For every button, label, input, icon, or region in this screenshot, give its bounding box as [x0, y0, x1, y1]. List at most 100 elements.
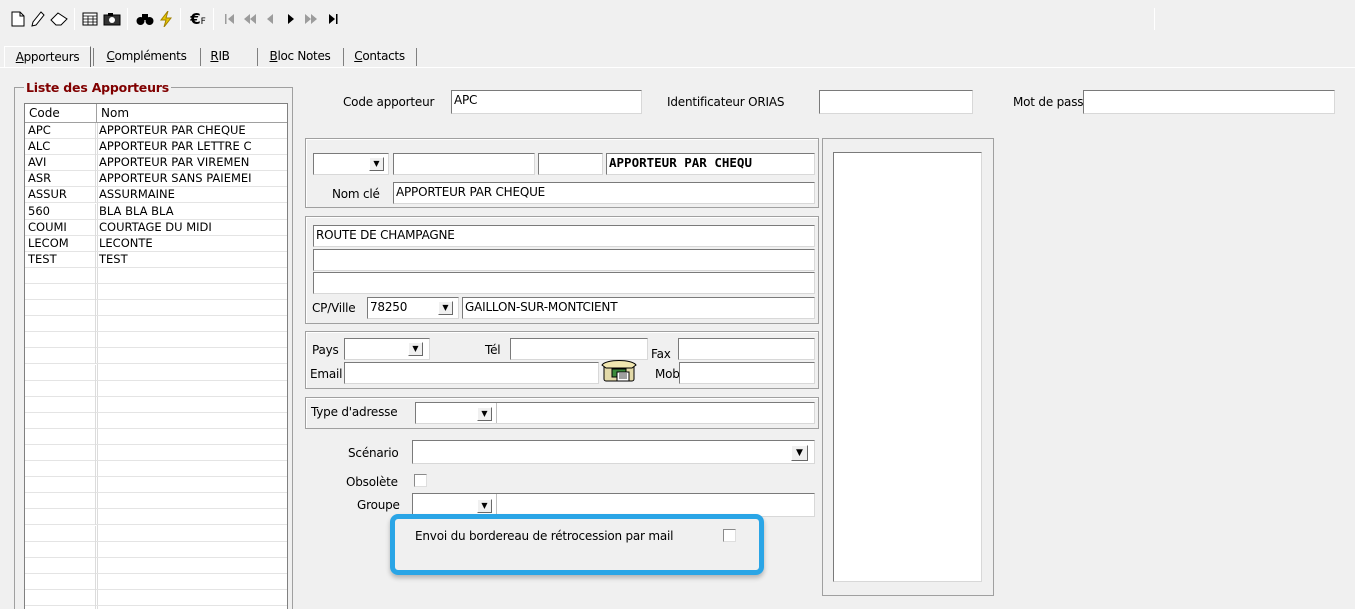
email-input[interactable]: [344, 362, 599, 384]
cell-code: [25, 284, 96, 300]
tel-input[interactable]: [510, 338, 648, 360]
table-row[interactable]: APC APPORTEUR PAR CHEQUE: [25, 123, 287, 139]
groupe-dropdown-icon[interactable]: ▼: [477, 499, 492, 513]
tab-rib[interactable]: RIB: [202, 46, 238, 68]
pays-dropdown-icon[interactable]: ▼: [408, 342, 423, 356]
table-row[interactable]: [25, 525, 287, 542]
cell-nom: [96, 509, 287, 525]
camera-icon[interactable]: [102, 8, 122, 30]
table-row[interactable]: [25, 348, 287, 365]
next-record-icon[interactable]: [281, 8, 301, 30]
table-row[interactable]: [25, 316, 287, 333]
envoi-bordereau-checkbox[interactable]: [723, 529, 736, 542]
table-row[interactable]: [25, 477, 287, 494]
table-row[interactable]: TEST TEST: [25, 251, 287, 268]
tab-apporteurs[interactable]: Apporteurs: [4, 46, 91, 68]
column-header-nom[interactable]: Nom: [97, 104, 287, 123]
lightning-icon[interactable]: [156, 8, 176, 30]
cell-code: [25, 332, 96, 349]
table-row[interactable]: ASSUR ASSURMAINE: [25, 187, 287, 204]
table-row[interactable]: [25, 428, 287, 445]
eraser-icon[interactable]: [49, 8, 69, 30]
civility-dropdown-icon[interactable]: ▼: [369, 157, 384, 171]
cell-code: [25, 300, 96, 317]
table-row[interactable]: [25, 332, 287, 349]
table-row[interactable]: [25, 412, 287, 429]
table-row[interactable]: ASR APPORTEUR SANS PAIEMEI: [25, 171, 287, 188]
table-row[interactable]: [25, 509, 287, 526]
euro-icon[interactable]: € F: [186, 8, 210, 30]
table-row[interactable]: LECOM LECONTE: [25, 235, 287, 252]
code-apporteur-input[interactable]: APC: [451, 90, 642, 114]
cell-nom: [96, 574, 287, 590]
cell-nom: [96, 381, 287, 397]
table-row[interactable]: [25, 396, 287, 413]
table-row[interactable]: [25, 541, 287, 558]
name-display-input[interactable]: APPORTEUR PAR CHEQU: [606, 153, 815, 175]
table-row[interactable]: [25, 300, 287, 317]
cell-code: [25, 364, 96, 381]
nom-cle-input[interactable]: APPORTEUR PAR CHEQUE: [393, 182, 815, 204]
cell-code: [25, 589, 96, 606]
envoi-bordereau-label: Envoi du bordereau de rétrocession par m…: [415, 529, 674, 543]
table-row[interactable]: AVI APPORTEUR PAR VIREMEN: [25, 155, 287, 172]
obsolete-checkbox[interactable]: [414, 474, 427, 487]
code-apporteur-label: Code apporteur: [343, 95, 435, 109]
cell-nom: [96, 558, 287, 574]
table-row[interactable]: [25, 380, 287, 397]
table-row[interactable]: ALC APPORTEUR PAR LETTRE C: [25, 139, 287, 156]
tab-complements[interactable]: Compléments: [95, 46, 198, 68]
initial-input[interactable]: [538, 153, 603, 175]
type-adresse-dropdown-icon[interactable]: ▼: [477, 407, 492, 421]
table-icon[interactable]: [80, 8, 100, 30]
scenario-dropdown-icon[interactable]: ▼: [791, 445, 808, 461]
edit-icon[interactable]: [28, 8, 48, 30]
right-panel[interactable]: [833, 152, 982, 582]
address-line2-input[interactable]: [313, 249, 815, 271]
cell-code: ASSUR: [25, 187, 96, 204]
table-row[interactable]: [25, 267, 287, 284]
address-line1-input[interactable]: ROUTE DE CHAMPAGNE: [313, 225, 815, 247]
obsolete-label: Obsolète: [346, 475, 398, 489]
phone-icon[interactable]: [600, 358, 638, 384]
toolbar-separator: [180, 8, 181, 30]
address-line3-input[interactable]: [313, 272, 815, 294]
orias-input[interactable]: [819, 90, 973, 114]
scenario-select[interactable]: [412, 440, 815, 464]
table-row[interactable]: [25, 573, 287, 590]
tab-bloc-notes[interactable]: Bloc Notes: [259, 46, 341, 68]
table-row[interactable]: [25, 461, 287, 478]
first-record-icon[interactable]: [220, 8, 240, 30]
tab-contacts[interactable]: Contacts: [345, 46, 414, 68]
cell-nom: [96, 397, 287, 413]
cp-dropdown-icon[interactable]: ▼: [438, 301, 453, 315]
last-record-icon[interactable]: [323, 8, 343, 30]
apporteurs-grid[interactable]: Code Nom APC APPORTEUR PAR CHEQUE ALC APPOR…: [24, 103, 288, 609]
table-row[interactable]: [25, 557, 287, 574]
fax-input[interactable]: [678, 338, 815, 360]
password-label: Mot de passe: [1013, 95, 1091, 109]
column-header-code[interactable]: Code: [25, 104, 97, 123]
rewind-icon[interactable]: [240, 8, 260, 30]
cell-nom: APPORTEUR SANS PAIEMEI: [99, 171, 252, 186]
fast-forward-icon[interactable]: [301, 8, 321, 30]
table-row[interactable]: [25, 445, 287, 461]
new-icon[interactable]: [8, 8, 28, 30]
mob-input[interactable]: [679, 362, 815, 384]
ville-input[interactable]: GAILLON-SUR-MONTCIENT: [462, 297, 815, 319]
password-input[interactable]: [1083, 90, 1335, 114]
table-row[interactable]: [25, 589, 287, 606]
cell-code: 560: [25, 203, 96, 220]
table-row[interactable]: COUMI COURTAGE DU MIDI: [25, 219, 287, 236]
first-name-input[interactable]: [393, 153, 535, 175]
table-row[interactable]: [25, 493, 287, 510]
table-row[interactable]: 560 BLA BLA BLA: [25, 203, 287, 220]
cell-code: [25, 380, 96, 397]
cell-code: [25, 525, 96, 542]
table-row[interactable]: [25, 364, 287, 381]
previous-record-icon[interactable]: [260, 8, 280, 30]
cell-nom: [96, 365, 287, 381]
type-adresse-input[interactable]: [415, 402, 815, 424]
table-row[interactable]: [25, 284, 287, 300]
binoculars-icon[interactable]: [135, 8, 155, 30]
